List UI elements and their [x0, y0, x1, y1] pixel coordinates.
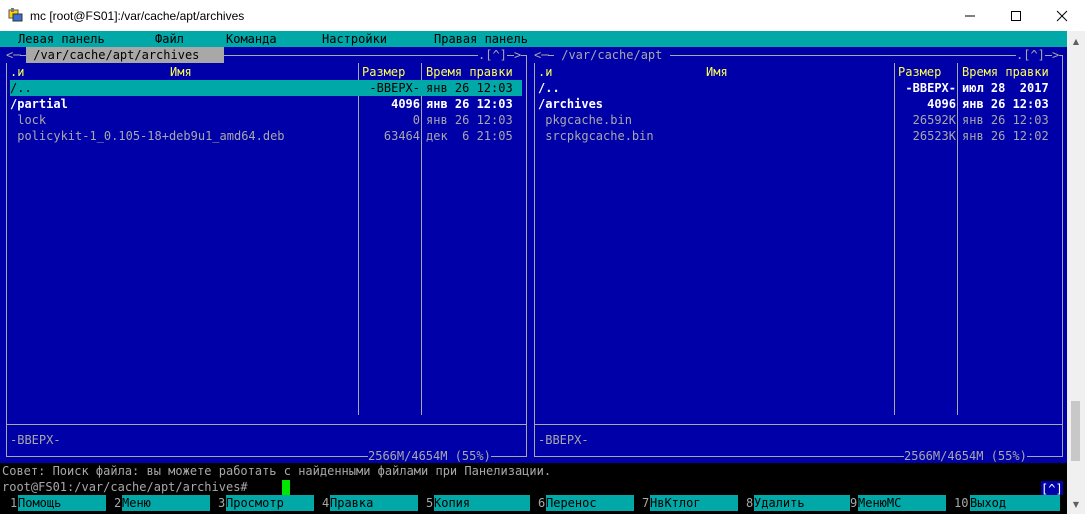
file-name: lock: [10, 113, 47, 127]
minimize-icon: [965, 15, 975, 16]
fkey-label: Копия: [434, 495, 530, 511]
right-header-sort[interactable]: .и: [538, 64, 552, 80]
file-size: -ВВЕРХ-: [905, 81, 956, 95]
fkey-number: 3: [218, 496, 226, 510]
fkey-label: Перенос: [546, 495, 634, 511]
file-name: srcpkgcache.bin: [538, 129, 654, 143]
fkey-number: 7: [642, 496, 650, 510]
terminal[interactable]: Левая панель Файл Команда Настройки Прав…: [0, 31, 1067, 514]
fkey-label: Меню: [122, 495, 210, 511]
left-header-time[interactable]: Время правки: [426, 64, 513, 80]
file-size: -ВВЕРХ-: [369, 81, 420, 95]
file-time: янв 26 12:03: [426, 113, 513, 127]
terminal-app-icon: [8, 7, 24, 23]
left-header-name[interactable]: Имя: [170, 64, 192, 80]
file-name: /..: [538, 81, 560, 95]
terminal-scrollbar[interactable]: ▲ ▼: [1067, 31, 1085, 514]
file-time: янв 26 12:02: [962, 129, 1049, 143]
left-panel-status: -ВВЕРХ-: [10, 433, 61, 447]
left-panel-path[interactable]: /var/cache/apt/archives: [26, 47, 207, 63]
fkey-label: Выход: [970, 495, 1060, 511]
file-time: янв 26 12:03: [426, 97, 513, 111]
left-panel-free-space: 2566M/4654M (55%): [368, 448, 491, 464]
fkey-number: 2: [114, 496, 122, 510]
right-panel-divider: [534, 424, 1063, 425]
cursor: [282, 480, 290, 495]
file-time: янв 26 12:03: [962, 113, 1049, 127]
right-panel-status: -ВВЕРХ-: [538, 433, 589, 447]
fkey-label: Просмотр: [226, 495, 314, 511]
file-time: дек 6 21:05: [426, 129, 513, 143]
menu-file[interactable]: Файл: [155, 31, 184, 47]
right-panel-free-space: 2566M/4654M (55%): [904, 448, 1027, 464]
fkey-label: Удалить: [754, 495, 850, 511]
right-header-time[interactable]: Время правки: [962, 64, 1049, 80]
fkey-number: 5: [426, 496, 434, 510]
file-name: pkgcache.bin: [538, 113, 632, 127]
fkey-label: НвКтлог: [650, 495, 738, 511]
menu-left-panel[interactable]: Левая панель: [18, 31, 105, 47]
right-panel-history[interactable]: .[^]: [1016, 47, 1045, 63]
left-header-sort[interactable]: .и: [10, 64, 24, 80]
fkey-number: 10: [954, 496, 969, 510]
minimize-button[interactable]: [947, 0, 993, 31]
left-col-sep-2: [421, 63, 422, 415]
right-header-name[interactable]: Имя: [706, 64, 728, 80]
menu-command[interactable]: Команда: [226, 31, 277, 47]
file-size: 26592K: [912, 113, 956, 127]
file-time: июл 28 2017: [962, 81, 1049, 95]
left-panel-hist-arrow: >: [514, 47, 522, 63]
fkey-label: Правка: [330, 495, 418, 511]
close-button[interactable]: [1039, 0, 1085, 31]
file-time: янв 26 12:03: [426, 81, 513, 95]
menu-settings[interactable]: Настройки: [322, 31, 387, 47]
left-panel-corner: <─: [6, 47, 21, 63]
shell-prompt[interactable]: root@FS01:/var/cache/apt/archives#: [2, 479, 248, 495]
file-size: 63464: [383, 129, 420, 143]
file-size: 26523K: [912, 129, 956, 143]
scroll-up-icon[interactable]: ▲: [1067, 33, 1085, 49]
fkey-number: 1: [10, 496, 18, 510]
right-panel-path[interactable]: /var/cache/apt: [554, 47, 670, 63]
file-time: янв 26 12:03: [962, 97, 1049, 111]
file-name: /partial: [10, 97, 68, 111]
function-key-bar: 1 Помощь 2 Меню 3 Просмотр 4 Правка 5 Ко…: [0, 495, 1067, 511]
scroll-down-icon[interactable]: ▼: [1067, 496, 1085, 512]
file-name: policykit-1_0.105-18+deb9u1_amd64.deb: [10, 129, 285, 143]
scroll-thumb[interactable]: [1071, 401, 1080, 461]
close-icon: [1056, 10, 1068, 21]
maximize-icon: [1011, 10, 1021, 21]
fkey-number: 8: [746, 496, 754, 510]
window-titlebar: mc [root@FS01]:/var/cache/apt/archives: [0, 0, 1085, 31]
menu-right-panel[interactable]: Правая панель: [434, 31, 528, 47]
right-col-sep-2: [957, 63, 958, 415]
right-panel-corner: <─: [534, 47, 549, 63]
file-name: /..: [10, 81, 32, 95]
window-title: mc [root@FS01]:/var/cache/apt/archives: [30, 9, 245, 23]
hint-line: Совет: Поиск файла: вы можете работать с…: [2, 464, 552, 478]
fkey-label: Помощь: [18, 495, 106, 511]
left-panel-history[interactable]: .[^]: [478, 47, 507, 63]
right-panel-hist-arrow: >: [1052, 47, 1060, 63]
fkey-label: МенюМС: [858, 495, 946, 511]
maximize-button[interactable]: [993, 0, 1039, 31]
file-size: 0: [412, 113, 420, 127]
file-size: 4096: [391, 97, 420, 111]
right-header-size[interactable]: Размер: [898, 64, 941, 80]
file-name: /archives: [538, 97, 604, 111]
mc-menubar: Левая панель Файл Команда Настройки Прав…: [0, 31, 1067, 47]
left-panel-divider: [6, 424, 527, 425]
fkey-number: 4: [322, 496, 330, 510]
fkey-number: 9: [850, 496, 858, 510]
file-size: 4096: [927, 97, 956, 111]
left-header-size[interactable]: Размер: [362, 64, 405, 80]
fkey-number: 6: [538, 496, 546, 510]
